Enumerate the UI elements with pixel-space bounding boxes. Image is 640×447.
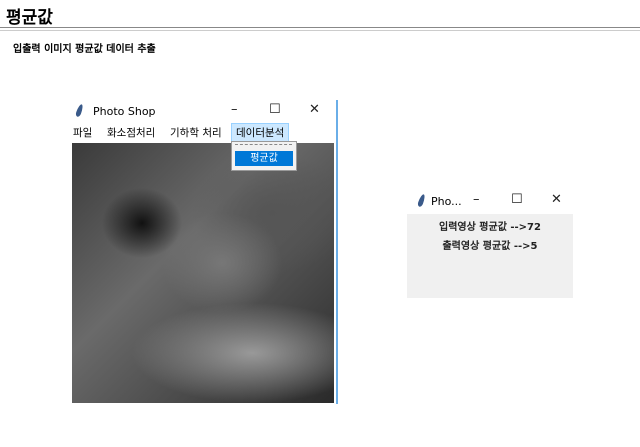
page-subtitle: 입출력 이미지 평균값 데이터 추출 (13, 44, 156, 55)
result-body: 입력영상 평균값 -->72 출력영상 평균값 -->5 (407, 214, 573, 298)
window-title: Pho... (431, 195, 462, 208)
window-title: Photo Shop (93, 105, 156, 118)
tearoff-line[interactable] (235, 144, 292, 145)
divider (0, 27, 640, 31)
maximize-button[interactable]: ☐ (269, 102, 281, 117)
input-average-label: 입력영상 평균값 -->72 (439, 222, 541, 233)
result-window: Pho... – ☐ ✕ 입력영상 평균값 -->72 출력영상 평균값 -->… (407, 190, 573, 298)
menu-data-analysis[interactable]: 데이터분석 (231, 123, 290, 142)
menu-bar: 파일 화소점처리 기하학 처리 데이터분석 (65, 122, 336, 142)
close-button[interactable]: ✕ (551, 192, 562, 207)
main-window: Photo Shop – ☐ ✕ 파일 화소점처리 기하학 처리 데이터분석 평… (65, 100, 338, 404)
page-title: 평균값 (6, 8, 53, 28)
close-button[interactable]: ✕ (309, 102, 320, 117)
dropdown-menu: 평균값 (231, 141, 297, 171)
dog-photo (72, 143, 334, 403)
output-average-label: 출력영상 평균값 -->5 (442, 241, 538, 252)
menu-geometry[interactable]: 기하학 처리 (166, 124, 226, 141)
menu-item-average[interactable]: 평균값 (235, 151, 293, 166)
title-bar[interactable]: Pho... – ☐ ✕ (407, 190, 573, 212)
feather-icon (74, 103, 85, 118)
minimize-button[interactable]: – (473, 192, 480, 207)
minimize-button[interactable]: – (231, 102, 238, 117)
feather-icon (416, 193, 427, 208)
title-bar[interactable]: Photo Shop – ☐ ✕ (65, 100, 336, 122)
menu-pixel-processing[interactable]: 화소점처리 (103, 124, 159, 141)
menu-file[interactable]: 파일 (69, 124, 96, 141)
maximize-button[interactable]: ☐ (511, 192, 523, 207)
